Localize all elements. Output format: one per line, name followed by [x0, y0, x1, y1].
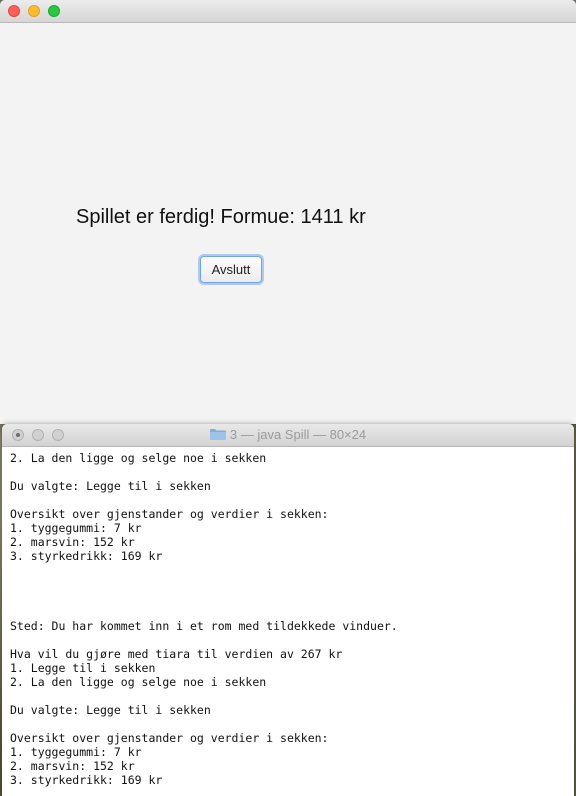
terminal-line: 1. tyggegummi: 7 kr — [10, 521, 142, 535]
exit-button[interactable]: Avslutt — [200, 256, 262, 283]
game-window-titlebar[interactable] — [0, 0, 576, 23]
terminal-titlebar[interactable]: 3 — java Spill — 80×24 — [2, 424, 574, 447]
terminal-line: Oversikt over gjenstander og verdier i s… — [10, 731, 329, 745]
terminal-line: 2. La den ligge og selge noe i sekken — [10, 451, 267, 465]
terminal-line: 3. styrkedrikk: 169 kr — [10, 773, 163, 787]
game-content: Spillet er ferdig! Formue: 1411 kr Avslu… — [0, 23, 576, 424]
terminal-line: Sted: Du har kommet inn i et rom med til… — [10, 619, 398, 633]
game-window: Spillet er ferdig! Formue: 1411 kr Avslu… — [0, 0, 576, 424]
terminal-output[interactable]: 2. La den ligge og selge noe i sekken Du … — [2, 447, 574, 796]
terminal-line: Du valgte: Legge til i sekken — [10, 703, 211, 717]
terminal-title: 3 — java Spill — 80×24 — [2, 424, 574, 446]
terminal-line: Hva vil du gjøre med tiara til verdien a… — [10, 647, 343, 661]
terminal-line: 2. marsvin: 152 kr — [10, 535, 135, 549]
terminal-line: 2. La den ligge og selge noe i sekken — [10, 675, 267, 689]
terminal-line: 3. styrkedrikk: 169 kr — [10, 549, 163, 563]
terminal-line: 2. marsvin: 152 kr — [10, 759, 135, 773]
terminal-title-text: 3 — java Spill — 80×24 — [229, 427, 367, 442]
minimize-window-button[interactable] — [28, 5, 40, 17]
terminal-line: 1. tyggegummi: 7 kr — [10, 745, 142, 759]
folder-icon — [209, 429, 226, 440]
terminal-line: 1. Legge til i sekken — [10, 661, 156, 675]
terminal-line: Oversikt over gjenstander og verdier i s… — [10, 507, 329, 521]
terminal-line: Du valgte: Legge til i sekken — [10, 479, 211, 493]
game-result-text: Spillet er ferdig! Formue: 1411 kr — [76, 206, 366, 228]
terminal-window: 3 — java Spill — 80×24 2. La den ligge o… — [2, 424, 574, 796]
close-window-button[interactable] — [8, 5, 20, 17]
maximize-window-button[interactable] — [48, 5, 60, 17]
